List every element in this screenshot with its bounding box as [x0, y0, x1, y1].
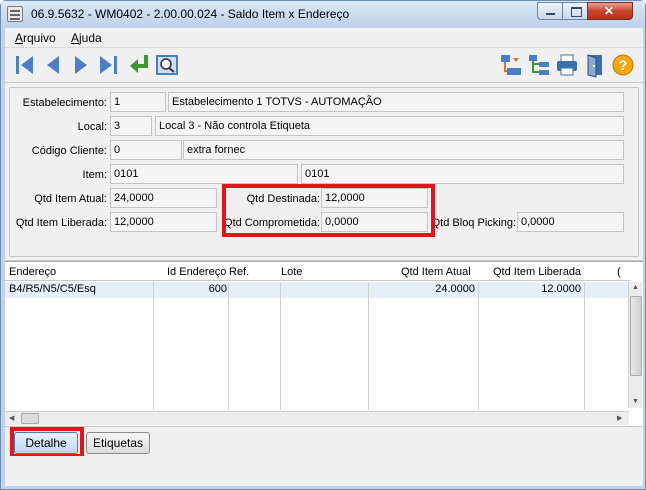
menu-bar: Arquivo Ajuda — [5, 28, 643, 48]
vertical-scroll-thumb[interactable] — [630, 296, 642, 376]
column-endereco[interactable]: Endereço — [9, 266, 56, 278]
next-record-icon[interactable] — [69, 52, 93, 78]
button-bar: Detalhe Etiquetas — [5, 426, 643, 458]
status-area — [5, 456, 643, 486]
vertical-scrollbar[interactable]: ▲ ▼ — [628, 282, 642, 408]
column-qtd-item-atual[interactable]: Qtd Item Atual — [401, 266, 471, 278]
cliente-description-field: extra fornec — [183, 140, 624, 160]
item-label: Item: — [82, 169, 107, 181]
window-title: 06.9.5632 - WM0402 - 2.00.00.024 - Saldo… — [31, 7, 350, 21]
toolbar: ? — [5, 48, 643, 83]
grid-column-divider — [228, 282, 229, 410]
local-description-field: Local 3 - Não controla Etiqueta — [155, 116, 624, 136]
grid-column-divider — [153, 282, 154, 410]
exit-door-icon[interactable] — [583, 52, 607, 78]
search-zoom-icon[interactable] — [155, 52, 179, 78]
local-code-field[interactable]: 3 — [110, 116, 152, 136]
grid-column-divider — [478, 282, 479, 410]
scroll-down-icon[interactable]: ▼ — [632, 398, 639, 405]
highlight-annotation-detalhe — [10, 427, 84, 458]
first-record-icon[interactable] — [13, 52, 37, 78]
codigo-cliente-label: Código Cliente: — [31, 145, 107, 157]
etiquetas-button[interactable]: Etiquetas — [86, 432, 150, 454]
estabelecimento-label: Estabelecimento: — [22, 97, 107, 109]
estabelecimento-description-field: Estabelecimento 1 TOTVS - AUTOMAÇÃO — [168, 92, 624, 112]
title-bar: 06.9.5632 - WM0402 - 2.00.00.024 - Saldo… — [1, 1, 645, 27]
column-lote[interactable]: Lote — [281, 266, 302, 278]
tree-list-icon[interactable] — [527, 52, 551, 78]
qtd-item-liberada-field: 12,0000 — [110, 212, 217, 232]
item-description-field: 0101 — [301, 164, 624, 184]
last-record-icon[interactable] — [97, 52, 121, 78]
cell-id-endereco: 600 — [208, 283, 227, 295]
grid-column-divider — [584, 282, 585, 410]
column-qtd-item-liberada[interactable]: Qtd Item Liberada — [493, 266, 581, 278]
table-row[interactable]: B4/R5/N5/C5/Esq 600 24.0000 12.0000 — [5, 282, 631, 298]
svg-text:?: ? — [619, 57, 628, 73]
previous-record-icon[interactable] — [41, 52, 65, 78]
horizontal-scrollbar[interactable]: ◀ ▶ — [5, 411, 629, 425]
column-truncated[interactable]: ( — [617, 266, 621, 278]
highlight-annotation-quantities — [222, 184, 435, 237]
form-panel: Estabelecimento: 1 Estabelecimento 1 TOT… — [5, 83, 643, 261]
maximize-button[interactable] — [562, 2, 588, 20]
structure-icon[interactable] — [499, 52, 523, 78]
scroll-right-icon[interactable]: ▶ — [617, 414, 622, 422]
menu-ajuda[interactable]: Ajuda — [71, 31, 102, 45]
item-code-field[interactable]: 0101 — [110, 164, 298, 184]
printer-icon[interactable] — [555, 52, 579, 78]
return-icon[interactable] — [127, 52, 151, 78]
qtd-item-liberada-label: Qtd Item Liberada: — [15, 217, 107, 229]
grid-column-divider — [280, 282, 281, 410]
cell-qtd-item-atual: 24.0000 — [435, 283, 475, 295]
column-ref[interactable]: Ref. — [229, 266, 249, 278]
help-icon[interactable]: ? — [611, 52, 635, 78]
cell-endereco: B4/R5/N5/C5/Esq — [9, 283, 96, 295]
grid-column-divider — [368, 282, 369, 410]
qtd-bloq-picking-field: 0,0000 — [517, 212, 624, 232]
qtd-item-atual-field: 24,0000 — [110, 188, 217, 208]
codigo-cliente-field[interactable]: 0 — [110, 140, 182, 160]
close-button[interactable] — [587, 2, 633, 20]
estabelecimento-code-field[interactable]: 1 — [110, 92, 166, 112]
app-icon — [7, 6, 23, 22]
minimize-button[interactable] — [537, 2, 563, 20]
scroll-left-icon[interactable]: ◀ — [9, 414, 14, 422]
column-id-endereco[interactable]: Id Endereço — [167, 266, 226, 278]
menu-arquivo[interactable]: Arquivo — [15, 31, 56, 45]
qtd-item-atual-label: Qtd Item Atual: — [34, 193, 107, 205]
app-window: 06.9.5632 - WM0402 - 2.00.00.024 - Saldo… — [0, 0, 646, 490]
scroll-up-icon[interactable]: ▲ — [632, 284, 639, 291]
horizontal-scroll-thumb[interactable] — [21, 413, 39, 424]
saldo-grid: Endereço Id Endereço Ref. Lote Qtd Item … — [5, 261, 643, 426]
grid-header: Endereço Id Endereço Ref. Lote Qtd Item … — [5, 264, 631, 281]
cell-qtd-item-liberada: 12.0000 — [541, 283, 581, 295]
qtd-bloq-picking-label: Qtd Bloq Picking: — [431, 217, 516, 229]
local-label: Local: — [77, 121, 107, 133]
